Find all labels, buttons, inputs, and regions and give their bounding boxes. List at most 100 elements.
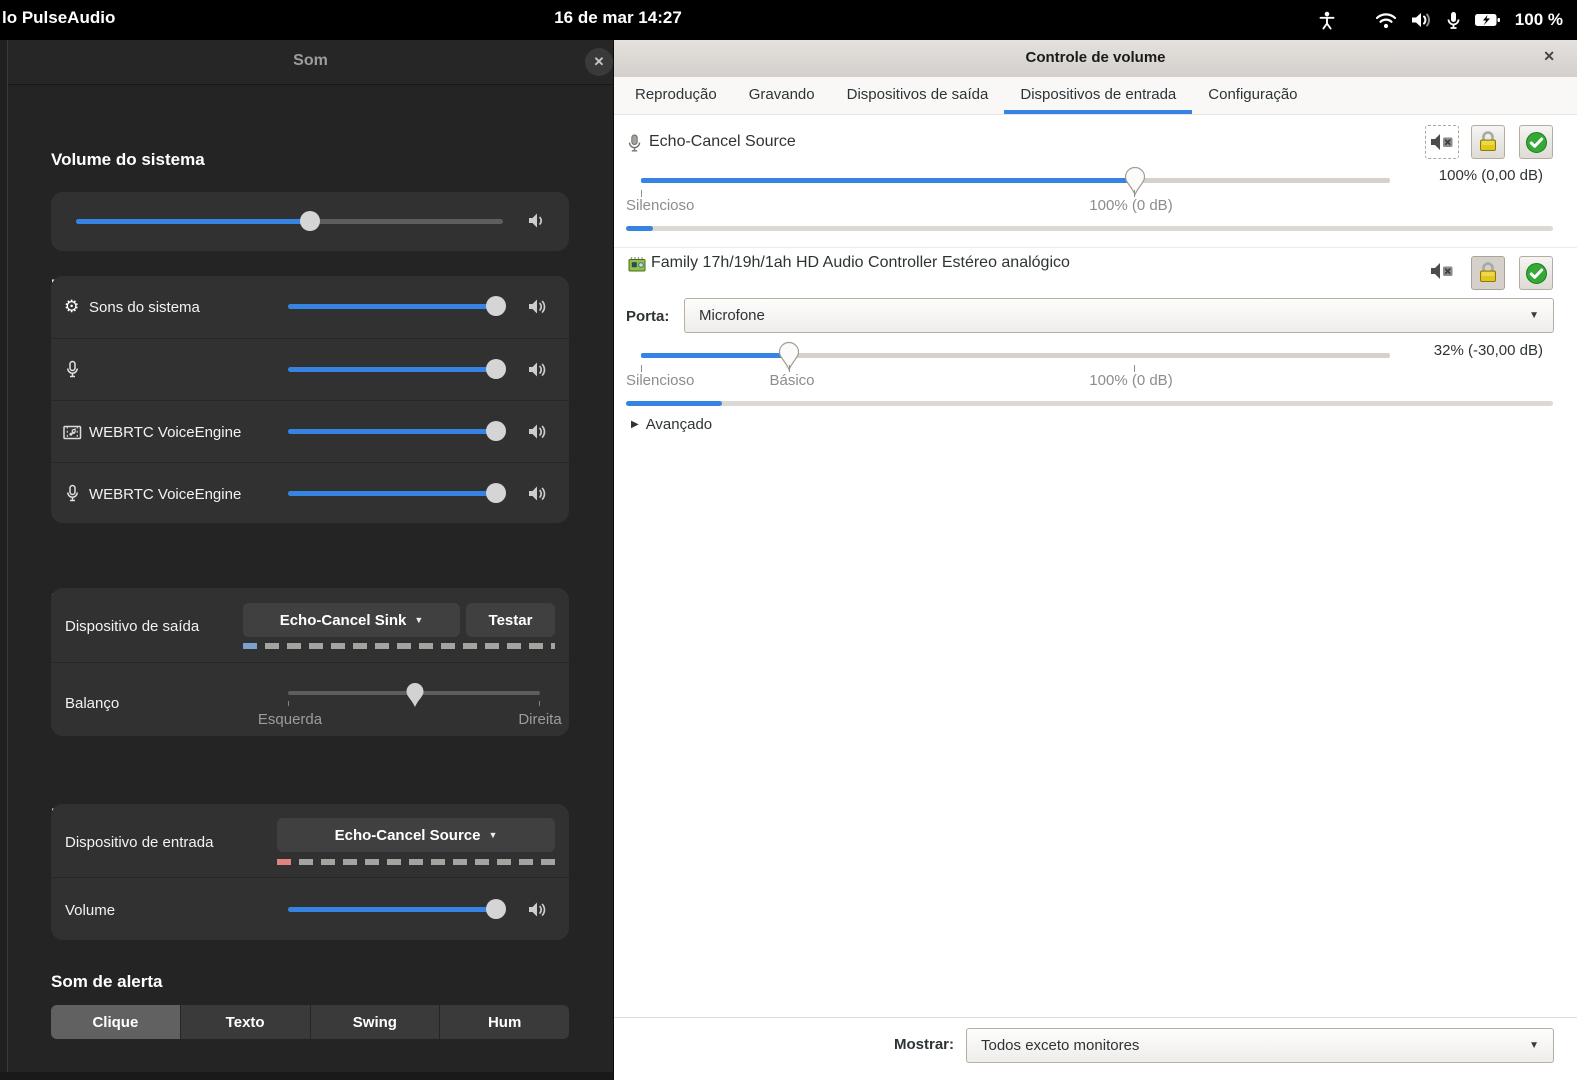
slider-tick [641, 365, 642, 372]
tab-dispositivos-saida[interactable]: Dispositivos de saída [831, 77, 1005, 114]
chevron-down-icon: ▼ [414, 615, 424, 625]
balance-left-label: Esquerda [257, 711, 323, 728]
device-volume-slider[interactable] [641, 178, 1390, 183]
level-row-label: WEBRTC VoiceEngine [89, 486, 242, 503]
balance-label: Balanço [65, 695, 120, 712]
input-device-label: Dispositivo de entrada [65, 834, 214, 851]
alert-option-texto[interactable]: Texto [179, 1005, 310, 1039]
speaker-icon[interactable] [528, 423, 548, 440]
port-value: Microfone [699, 307, 765, 324]
tab-gravando[interactable]: Gravando [733, 77, 831, 114]
level-slider[interactable] [288, 421, 506, 441]
mute-button[interactable] [1425, 125, 1459, 159]
balance-handle[interactable] [405, 682, 425, 708]
lock-icon [1480, 131, 1496, 151]
level-slider[interactable] [288, 483, 506, 503]
speaker-icon[interactable] [528, 361, 548, 378]
system-volume-fill [76, 219, 310, 224]
settings-headerbar[interactable]: Som ✕ [8, 40, 613, 85]
level-slider-handle[interactable] [486, 296, 506, 316]
show-value: Todos exceto monitores [981, 1037, 1140, 1054]
system-volume-card [51, 192, 569, 251]
tab-dispositivos-entrada[interactable]: Dispositivos de entrada [1004, 77, 1193, 114]
lock-channels-button[interactable] [1471, 125, 1505, 159]
input-volume-handle[interactable] [486, 899, 506, 919]
device-name: Family 17h/19h/1ah HD Audio Controller E… [651, 254, 1070, 271]
level-slider[interactable] [288, 359, 506, 379]
balance-tick-right [539, 701, 540, 706]
level-slider-handle[interactable] [486, 421, 506, 441]
input-device-dropdown[interactable]: Echo-Cancel Source ▼ [277, 818, 555, 852]
volume-readout: 32% (-30,00 dB) [1433, 342, 1543, 359]
input-volume-label: Volume [65, 902, 116, 919]
level-row-label: WEBRTC VoiceEngine [89, 424, 242, 441]
port-label: Porta: [626, 308, 670, 325]
microphone-icon[interactable] [1447, 11, 1460, 30]
device-volume-slider[interactable] [641, 353, 1390, 358]
show-combobox[interactable]: Todos exceto monitores ▼ [966, 1028, 1554, 1063]
wifi-icon[interactable] [1375, 12, 1397, 29]
microphone-icon [628, 134, 641, 153]
port-combobox[interactable]: Microfone ▼ [684, 298, 1554, 333]
balance-row: Balanço Esquerda Direita [51, 662, 569, 737]
mute-button[interactable] [1430, 262, 1454, 280]
input-level-meter [277, 859, 555, 865]
level-slider[interactable] [288, 296, 506, 316]
input-card: Dispositivo de entrada Echo-Cancel Sourc… [51, 804, 569, 940]
speaker-icon[interactable] [528, 298, 548, 315]
focused-app-name[interactable]: lo PulseAudio [2, 8, 115, 28]
test-button[interactable]: Testar [466, 603, 555, 637]
level-row-system-sounds: ⚙ Sons do sistema [51, 276, 569, 338]
speaker-icon[interactable] [528, 901, 548, 918]
muted-speaker-icon [1431, 134, 1453, 150]
advanced-expander[interactable]: ▶ Avançado [631, 416, 712, 433]
close-icon[interactable]: ✕ [1543, 48, 1555, 65]
set-fallback-button[interactable] [1519, 125, 1553, 159]
lock-channels-button[interactable] [1471, 256, 1505, 290]
system-volume-slider[interactable] [76, 211, 503, 231]
input-volume-slider[interactable] [288, 899, 506, 919]
battery-percent: 100 % [1514, 10, 1563, 29]
tab-configuracao[interactable]: Configuração [1192, 77, 1313, 114]
device-volume-handle[interactable] [1124, 166, 1146, 196]
level-slider-fill [288, 304, 496, 309]
chevron-down-icon: ▼ [488, 830, 498, 840]
alert-sound-heading: Som de alerta [51, 972, 163, 991]
system-tray[interactable]: 100 % [1319, 0, 1563, 40]
close-icon[interactable]: ✕ [585, 48, 613, 76]
battery-icon[interactable] [1474, 12, 1501, 28]
pavucontrol-window: Controle de volume ✕ Reprodução Gravando… [613, 40, 1577, 1080]
pavucontrol-tabbar: Reprodução Gravando Dispositivos de saíd… [614, 77, 1577, 115]
alert-option-hum[interactable]: Hum [439, 1005, 569, 1039]
output-device-dropdown[interactable]: Echo-Cancel Sink ▼ [243, 603, 460, 637]
window-bottom-edge [0, 1072, 613, 1080]
system-volume-handle[interactable] [300, 211, 320, 231]
clock[interactable]: 16 de mar 14:27 [543, 8, 693, 28]
level-slider-handle[interactable] [486, 359, 506, 379]
level-slider-fill [288, 491, 496, 496]
muted-speaker-icon [1431, 263, 1453, 279]
peak-meter [626, 226, 1553, 231]
balance-tick-left [288, 701, 289, 706]
expander-arrow-icon: ▶ [631, 419, 639, 430]
slider-tick [1134, 365, 1135, 372]
tick-label-100: 100% (0 dB) [1089, 372, 1173, 389]
pavucontrol-titlebar[interactable]: Controle de volume ✕ [614, 40, 1577, 78]
lock-icon [1480, 262, 1496, 282]
speaker-icon[interactable] [528, 485, 548, 502]
speaker-icon[interactable] [528, 212, 548, 229]
tab-reproducao[interactable]: Reprodução [619, 77, 733, 114]
bottom-separator [614, 1017, 1577, 1018]
tick-label-silencioso: Silencioso [626, 197, 695, 214]
volume-icon[interactable] [1411, 11, 1433, 29]
alert-option-swing[interactable]: Swing [309, 1005, 440, 1039]
output-level-meter-active [243, 643, 257, 649]
level-slider-handle[interactable] [486, 483, 506, 503]
alert-option-clique[interactable]: Clique [51, 1005, 180, 1039]
set-fallback-button[interactable] [1519, 256, 1553, 290]
device-separator [614, 247, 1577, 248]
input-level-meter-active [277, 859, 291, 865]
levels-card: ⚙ Sons do sistema WEBRTC VoiceEngine WEB… [51, 276, 569, 523]
tick-label-basico: Básico [769, 372, 815, 389]
accessibility-icon[interactable] [1319, 11, 1335, 30]
